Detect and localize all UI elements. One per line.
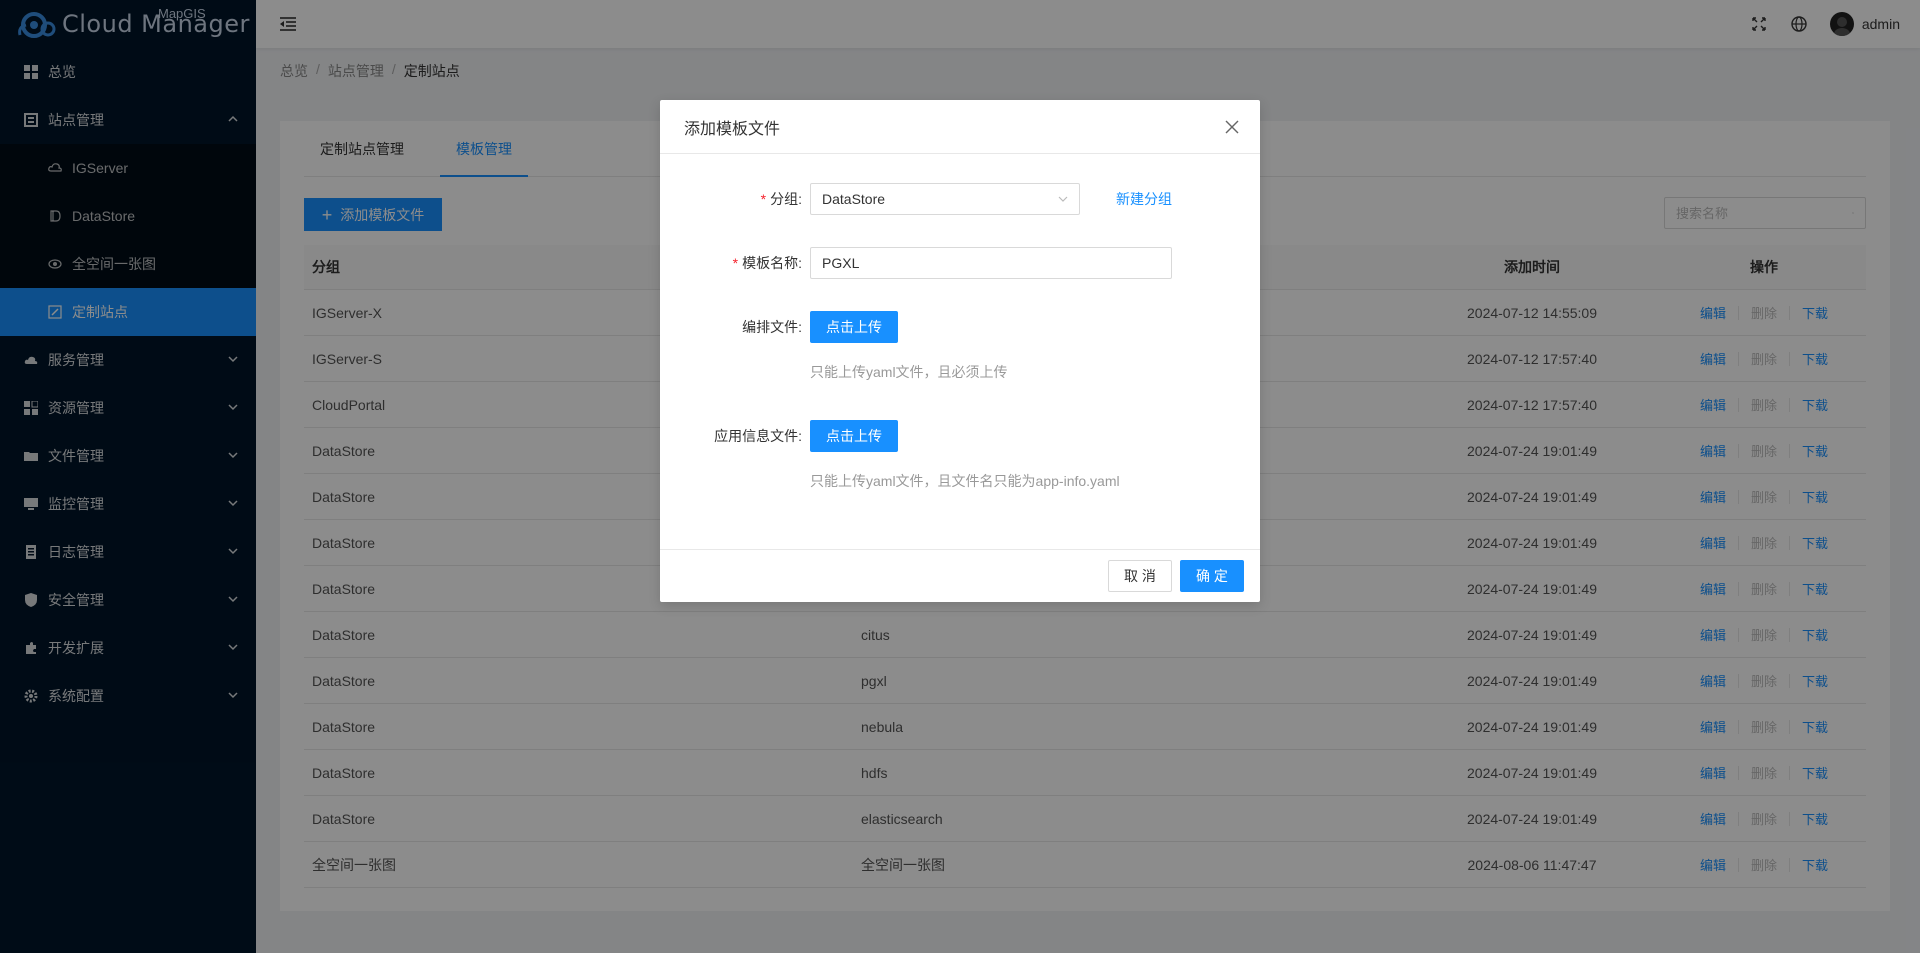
required-mark: * bbox=[760, 191, 767, 207]
template-name-input[interactable] bbox=[810, 247, 1172, 279]
modal-footer: 取 消 确 定 bbox=[660, 549, 1260, 602]
modal-header: 添加模板文件 bbox=[660, 100, 1260, 154]
form-row-compose: 编排文件: 点击上传 bbox=[660, 311, 898, 343]
appinfo-hint: 只能上传yaml文件，且文件名只能为app-info.yaml bbox=[810, 473, 1120, 489]
form-row-appinfo: 应用信息文件: 点击上传 bbox=[660, 420, 898, 452]
group-select-value: DataStore bbox=[822, 191, 886, 207]
form-row-group: * 分组: DataStore 新建分组 bbox=[660, 183, 1172, 215]
compose-label: 编排文件: bbox=[742, 319, 802, 335]
form-row-name: * 模板名称: bbox=[660, 247, 1172, 279]
add-template-modal: 添加模板文件 *分组: DataStore 新建分组 *模板名称: 编排文件: … bbox=[660, 100, 1260, 602]
required-mark: * bbox=[732, 255, 739, 271]
group-select[interactable]: DataStore bbox=[810, 183, 1080, 215]
cancel-button[interactable]: 取 消 bbox=[1108, 560, 1172, 592]
name-label: * 模板名称: bbox=[732, 255, 802, 271]
new-group-link[interactable]: 新建分组 bbox=[1116, 189, 1172, 209]
ok-button[interactable]: 确 定 bbox=[1180, 560, 1244, 592]
compose-upload-button[interactable]: 点击上传 bbox=[810, 311, 898, 343]
close-icon[interactable] bbox=[1224, 119, 1240, 135]
appinfo-label: 应用信息文件: bbox=[714, 428, 802, 444]
chevron-down-icon bbox=[1058, 196, 1068, 202]
modal-title: 添加模板文件 bbox=[684, 120, 781, 138]
compose-hint: 只能上传yaml文件，且必须上传 bbox=[810, 364, 1008, 380]
appinfo-upload-button[interactable]: 点击上传 bbox=[810, 420, 898, 452]
group-label: * 分组: bbox=[760, 191, 802, 207]
